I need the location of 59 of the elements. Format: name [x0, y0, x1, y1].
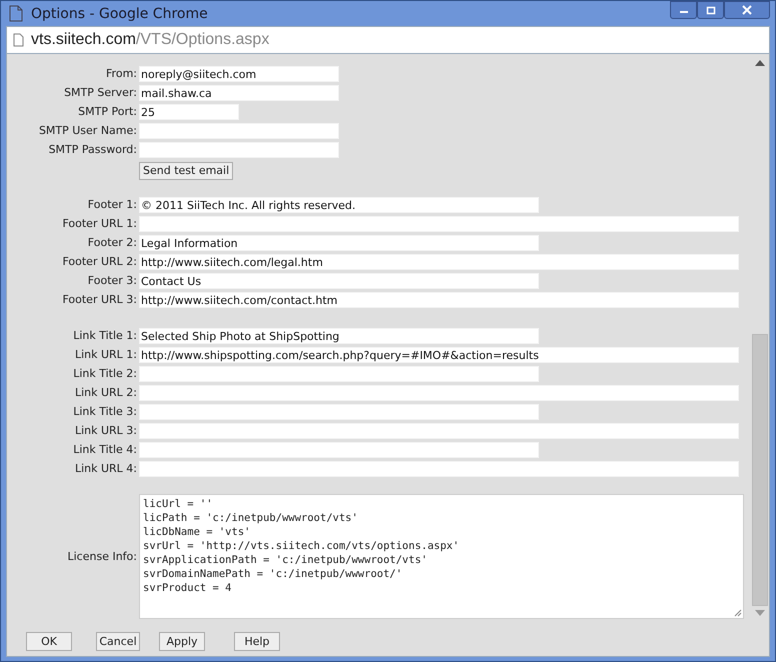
field-label: Link URL 2:	[74, 386, 138, 399]
input-field[interactable]	[139, 384, 739, 400]
input-field[interactable]	[139, 216, 739, 232]
field-label: Link URL 3:	[74, 424, 138, 437]
field-label: Link Title 1:	[72, 329, 138, 342]
close-icon	[741, 5, 753, 15]
input-field[interactable]: 25	[139, 104, 239, 120]
field-label: License Info:	[66, 550, 138, 562]
input-field[interactable]: noreply@siitech.com	[139, 66, 339, 82]
address-bar[interactable]: vts.siitech.com/VTS/Options.aspx	[6, 26, 770, 54]
input-field[interactable]	[139, 460, 739, 476]
input-field[interactable]	[139, 442, 539, 458]
close-button[interactable]	[724, 1, 770, 19]
input-field[interactable]	[139, 122, 339, 138]
input-field[interactable]: http://www.siitech.com/contact.htm	[139, 292, 739, 308]
field-label: Footer URL 3:	[61, 293, 138, 306]
url-text: vts.siitech.com/VTS/Options.aspx	[31, 31, 270, 49]
input-field[interactable]: Selected Ship Photo at ShipSpotting	[139, 328, 539, 344]
field-label: SMTP Password:	[48, 143, 138, 156]
resize-grip-icon	[734, 608, 742, 616]
field-label: Link Title 3:	[72, 405, 138, 418]
scroll-up-icon[interactable]	[755, 60, 765, 66]
dialog-button[interactable]: OK	[26, 632, 72, 651]
field-label: Link URL 1:	[74, 348, 138, 361]
send-test-email-button[interactable]: Send test email	[139, 162, 234, 180]
scroll-down-icon[interactable]	[755, 610, 765, 616]
input-field[interactable]	[139, 142, 339, 158]
field-label: Footer 1:	[86, 198, 138, 211]
maximize-button[interactable]	[697, 1, 724, 19]
input-field[interactable]	[139, 366, 539, 382]
field-label: SMTP Server:	[63, 86, 138, 99]
field-label: Footer URL 1:	[61, 217, 138, 230]
minimize-button[interactable]	[670, 1, 697, 19]
field-label: SMTP Port:	[77, 105, 138, 118]
dialog-button[interactable]: Cancel	[96, 632, 140, 651]
field-label: Footer URL 2:	[61, 255, 138, 268]
window-title: Options - Google Chrome	[31, 6, 208, 22]
scrollbar-thumb[interactable]	[752, 334, 768, 606]
input-field[interactable]	[139, 404, 539, 420]
page-icon	[13, 33, 24, 47]
field-label: From:	[105, 67, 138, 80]
maximize-icon	[706, 6, 716, 14]
dialog-button[interactable]: Apply	[159, 632, 205, 651]
input-field[interactable]: Contact Us	[139, 272, 539, 288]
input-field[interactable]: Legal Information	[139, 234, 539, 250]
dialog-button[interactable]: Help	[234, 632, 280, 651]
field-label: Footer 3:	[86, 274, 138, 287]
field-label: Footer 2:	[86, 236, 138, 249]
input-field[interactable]: http://www.shipspotting.com/search.php?query=#IMO#&action=results	[139, 346, 739, 362]
license-text-area[interactable]: licUrl = '' licPath = 'c:/inetpub/wwwroot/vts' licDbName = 'vts' svrUrl = 'http://vts.siitech.com/vts/options.aspx' svrApplicationPath = 'c:/inetpub/wwwroot/vts' svrDomainNamePath = 'c:/inetpub/wwwroot/' svrProduct = 4	[139, 494, 744, 618]
field-label: Link URL 4:	[74, 462, 138, 475]
field-label: Link Title 4:	[72, 443, 138, 456]
field-label: Link Title 2:	[72, 367, 138, 380]
input-field[interactable]: mail.shaw.ca	[139, 84, 339, 100]
page-icon	[9, 5, 23, 22]
input-field[interactable]: © 2011 SiiTech Inc. All rights reserved.	[139, 196, 539, 212]
field-label: SMTP User Name:	[38, 124, 138, 137]
input-field[interactable]: http://www.siitech.com/legal.htm	[139, 254, 739, 270]
input-field[interactable]	[139, 422, 739, 438]
